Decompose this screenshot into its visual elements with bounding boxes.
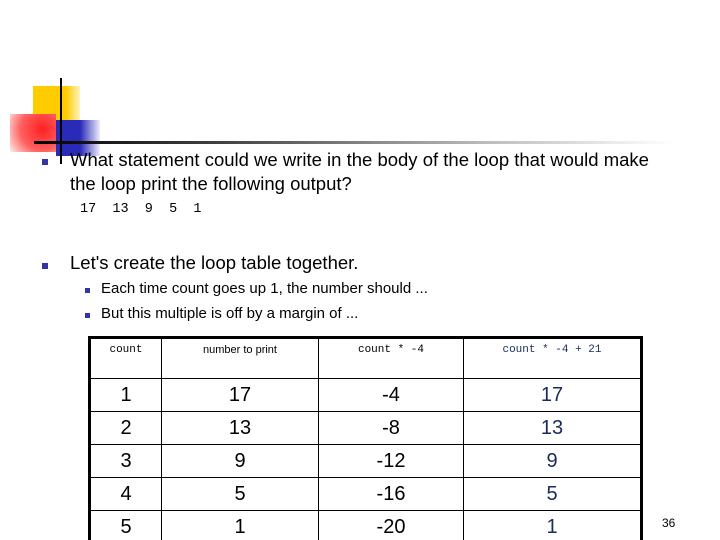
table-row: 4 5 -16 5: [89, 477, 642, 511]
cell: 5: [161, 477, 319, 511]
cell: 1: [161, 510, 319, 540]
cell: 5: [463, 477, 642, 511]
cell: 4: [89, 477, 162, 511]
cell: -4: [318, 378, 464, 412]
cell: -16: [318, 477, 464, 511]
cell: -12: [318, 444, 464, 478]
cell: -20: [318, 510, 464, 540]
sub-bullet-2: But this multiple is off by a margin of …: [101, 305, 359, 322]
cell: 5: [89, 510, 162, 540]
sub-bullet-icon: [85, 288, 90, 293]
loop-table: count number to print count * -4 count *…: [88, 336, 643, 540]
decor-red-square: [10, 114, 56, 152]
header-count: count: [89, 337, 162, 379]
table-row: 1 17 -4 17: [89, 378, 642, 412]
sub-bullet-1: Each time count goes up 1, the number sh…: [101, 280, 428, 297]
cell: -8: [318, 411, 464, 445]
table-header-row: count number to print count * -4 count *…: [89, 337, 642, 379]
cell: 1: [89, 378, 162, 412]
decor-vertical-line: [60, 78, 62, 164]
cell: 9: [463, 444, 642, 478]
cell: 1: [463, 510, 642, 540]
cell: 13: [463, 411, 642, 445]
cell: 13: [161, 411, 319, 445]
cell: 2: [89, 411, 162, 445]
bullet-icon: [42, 263, 48, 269]
output-line: 17 13 9 5 1: [80, 202, 202, 217]
slide: What statement could we write in the bod…: [0, 0, 720, 540]
cell: 17: [161, 378, 319, 412]
cell: 9: [161, 444, 319, 478]
title-underline: [34, 141, 674, 144]
sub-bullet-icon: [85, 313, 90, 318]
table-row: 3 9 -12 9: [89, 444, 642, 478]
table-row: 2 13 -8 13: [89, 411, 642, 445]
bullet-question: What statement could we write in the bod…: [70, 149, 649, 194]
header-number-to-print: number to print: [161, 337, 319, 379]
table-row: 5 1 -20 1: [89, 510, 642, 540]
cell: 3: [89, 444, 162, 478]
header-count-times-neg4: count * -4: [318, 337, 464, 379]
header-count-times-neg4-plus-21: count * -4 + 21: [463, 337, 642, 379]
bullet-icon: [42, 159, 48, 165]
page-number: 36: [662, 516, 676, 530]
cell: 17: [463, 378, 642, 412]
bullet-loop-table: Let's create the loop table together.: [70, 252, 359, 273]
